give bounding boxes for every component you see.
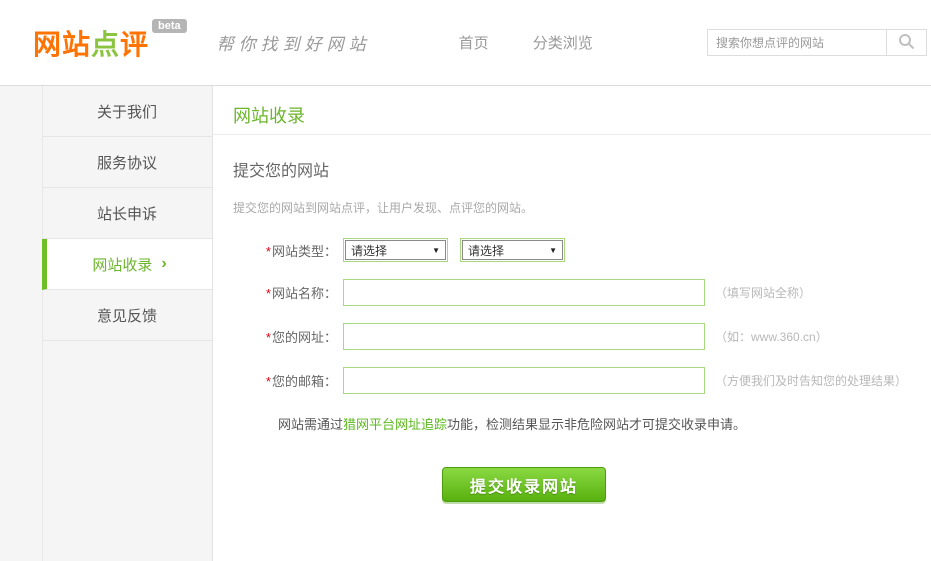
header: 网站点评beta 帮你找到好网站 首页 分类浏览 (0, 0, 931, 86)
sidebar-item-appeal[interactable]: 站长申诉 (42, 188, 212, 239)
search-button[interactable] (886, 30, 926, 55)
section-title: 提交您的网站 (233, 163, 330, 180)
sidebar-item-label: 服务协议 (96, 154, 157, 172)
site-url-label: *您的网址： (265, 330, 337, 345)
submit-site-section: 提交您的网站 提交您的网站到网站点评，让用户发现、点评您的网站。 *网站类型： … (213, 135, 931, 502)
email-input[interactable] (343, 367, 705, 394)
sidebar-menu: 关于我们 服务协议 站长申诉 网站收录 › 意见反馈 (42, 86, 212, 341)
beta-badge: beta (152, 18, 187, 33)
main-nav: 首页 分类浏览 (459, 32, 593, 53)
liewang-tracking-link[interactable]: 猎网平台网址追踪 (343, 417, 447, 432)
site-submission-form: *网站类型： 请选择 ▼ 请选择 ▼ *网站名称： （填写网站全称） *您的网址… (233, 238, 931, 502)
logo-text: 网站 (33, 28, 92, 60)
required-asterisk: * (265, 374, 271, 389)
required-asterisk: * (265, 286, 271, 301)
email-row: *您的邮箱： （方便我们及时告知您的处理结果） (233, 367, 931, 394)
nav-home-link[interactable]: 首页 (459, 32, 489, 53)
note-text: 网站需通过猎网平台网址追踪功能，检测结果显示非危险网站才可提交收录申请。 (278, 417, 747, 432)
required-asterisk: * (265, 330, 271, 345)
submit-site-button[interactable]: 提交收录网站 (441, 467, 606, 502)
site-type-label: *网站类型： (265, 243, 337, 259)
logo[interactable]: 网站点评beta (33, 18, 187, 63)
select-value: 请选择 (351, 243, 388, 258)
site-name-row: *网站名称： （填写网站全称） (233, 279, 931, 306)
sidebar-item-label: 关于我们 (96, 103, 157, 121)
sidebar-item-label: 站长申诉 (96, 205, 157, 223)
site-name-hint: （填写网站全称） (715, 286, 812, 300)
tagline: 帮你找到好网站 (216, 35, 371, 55)
page-body: 关于我们 服务协议 站长申诉 网站收录 › 意见反馈 网站收录 提交您的网站 提… (0, 86, 931, 561)
sidebar-item-feedback[interactable]: 意见反馈 (42, 290, 212, 341)
site-url-input[interactable] (343, 323, 705, 350)
site-url-row: *您的网址： （如：www.360.cn） (233, 323, 931, 350)
main-content: 网站收录 提交您的网站 提交您的网站到网站点评，让用户发现、点评您的网站。 *网… (213, 86, 931, 561)
select-value: 请选择 (468, 243, 505, 258)
site-url-hint: （如：www.360.cn） (715, 330, 828, 344)
email-label: *您的邮箱： (265, 374, 337, 389)
required-asterisk: * (265, 243, 271, 259)
submit-row: 提交收录网站 (343, 467, 705, 502)
site-type-row: *网站类型： 请选择 ▼ 请选择 ▼ (233, 238, 931, 262)
page-title: 网站收录 (233, 106, 305, 126)
sidebar-item-label: 意见反馈 (96, 307, 157, 325)
logo-text: 点 (91, 28, 121, 60)
nav-categories-link[interactable]: 分类浏览 (533, 32, 593, 53)
search-box (707, 29, 927, 56)
site-type-select-1[interactable]: 请选择 ▼ (343, 238, 448, 262)
sidebar-item-terms[interactable]: 服务协议 (42, 137, 212, 188)
sidebar-item-site-inclusion[interactable]: 网站收录 › (42, 239, 212, 290)
site-type-select-2[interactable]: 请选择 ▼ (460, 238, 565, 262)
chevron-down-icon: ▼ (432, 245, 440, 255)
email-hint: （方便我们及时告知您的处理结果） (715, 374, 908, 388)
chevron-right-icon: › (161, 255, 167, 272)
site-name-input[interactable] (343, 279, 705, 306)
logo-text: 评 (120, 28, 150, 60)
search-input[interactable] (708, 30, 886, 55)
sidebar-item-about[interactable]: 关于我们 (42, 86, 212, 137)
sidebar: 关于我们 服务协议 站长申诉 网站收录 › 意见反馈 (0, 86, 213, 561)
page-title-bar: 网站收录 (213, 86, 931, 135)
section-description: 提交您的网站到网站点评，让用户发现、点评您的网站。 (233, 201, 534, 215)
site-name-label: *网站名称： (265, 286, 337, 301)
search-icon (898, 33, 915, 53)
chevron-down-icon: ▼ (549, 245, 557, 255)
sidebar-item-label: 网站收录 (92, 256, 153, 274)
